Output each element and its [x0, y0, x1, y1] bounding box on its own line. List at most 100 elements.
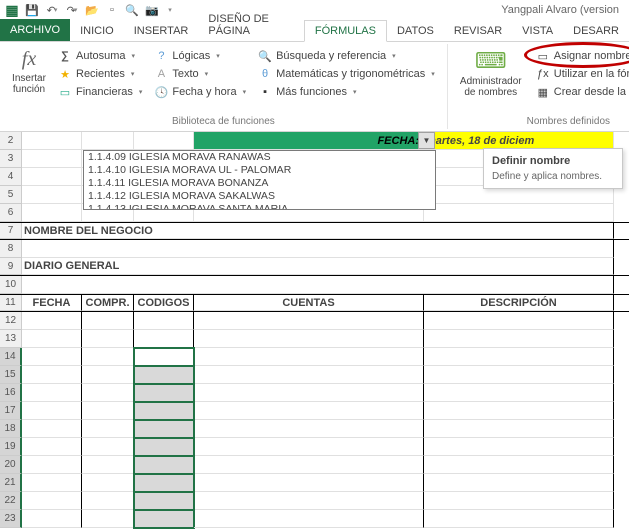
cell[interactable]: [22, 492, 82, 510]
camera-icon[interactable]: 📷: [144, 2, 160, 18]
insert-function-button[interactable]: fx Insertar función: [6, 46, 52, 114]
cell[interactable]: [22, 438, 82, 456]
cell[interactable]: [424, 420, 614, 438]
cell[interactable]: [22, 168, 82, 186]
row-header[interactable]: 4: [0, 168, 22, 186]
cell[interactable]: [194, 438, 424, 456]
selected-cell[interactable]: [134, 384, 194, 402]
cell[interactable]: [194, 312, 424, 330]
cell[interactable]: [82, 132, 134, 150]
row-header[interactable]: 22: [0, 492, 22, 510]
selected-cell[interactable]: [134, 456, 194, 474]
cell[interactable]: [22, 510, 82, 528]
cell[interactable]: [194, 420, 424, 438]
selected-cell[interactable]: [134, 510, 194, 528]
cell[interactable]: [424, 456, 614, 474]
cell[interactable]: [194, 348, 424, 366]
worksheet[interactable]: 2 FECHA: martes, 18 de diciem ▼ 1.1.4.09…: [0, 132, 629, 528]
row-header[interactable]: 3: [0, 150, 22, 168]
col-fecha-header[interactable]: FECHA: [22, 295, 82, 311]
dropdown-option[interactable]: 1.1.4.10 IGLESIA MORAVA UL - PALOMAR: [84, 164, 435, 177]
cell[interactable]: [194, 366, 424, 384]
tab-vista[interactable]: VISTA: [512, 21, 563, 41]
logical-button[interactable]: ?Lógicas▾: [150, 48, 250, 64]
cell[interactable]: [194, 330, 424, 348]
cell[interactable]: [134, 312, 194, 330]
new-icon[interactable]: ▫: [104, 2, 120, 18]
cell[interactable]: [82, 384, 134, 402]
row-header[interactable]: 16: [0, 384, 22, 402]
selected-cell[interactable]: [134, 348, 194, 366]
selected-cell[interactable]: [134, 420, 194, 438]
cell[interactable]: [82, 510, 134, 528]
col-cuentas-header[interactable]: CUENTAS: [194, 295, 424, 311]
dropdown-button[interactable]: ▼: [418, 132, 435, 149]
cell[interactable]: [22, 186, 82, 204]
cell[interactable]: [22, 384, 82, 402]
row-header[interactable]: 8: [0, 240, 22, 258]
row-header[interactable]: 11: [0, 295, 22, 311]
cell[interactable]: [22, 420, 82, 438]
fecha-label-cell[interactable]: FECHA:: [194, 132, 424, 150]
tab-datos[interactable]: DATOS: [387, 21, 444, 41]
cell[interactable]: [22, 204, 82, 222]
cell[interactable]: [424, 330, 614, 348]
cell[interactable]: [82, 420, 134, 438]
row-header[interactable]: 19: [0, 438, 22, 456]
nombre-negocio-cell[interactable]: NOMBRE DEL NEGOCIO: [22, 223, 614, 239]
text-button[interactable]: ATexto▾: [150, 66, 250, 82]
assign-name-button[interactable]: ▭Asignar nombre▾: [532, 48, 629, 64]
cell[interactable]: [82, 330, 134, 348]
cell[interactable]: [22, 456, 82, 474]
lookup-button[interactable]: 🔍Búsqueda y referencia▾: [254, 48, 439, 64]
datetime-button[interactable]: 🕓Fecha y hora▾: [150, 84, 250, 100]
tab-insertar[interactable]: INSERTAR: [124, 21, 199, 41]
row-header[interactable]: 14: [0, 348, 22, 366]
row-header[interactable]: 12: [0, 312, 22, 330]
cell[interactable]: [82, 474, 134, 492]
dropdown-option[interactable]: 1.1.4.11 IGLESIA MORAVA BONANZA: [84, 177, 435, 190]
cell[interactable]: [194, 456, 424, 474]
more-functions-button[interactable]: ▪Más funciones▾: [254, 84, 439, 100]
row-header[interactable]: 13: [0, 330, 22, 348]
selected-cell[interactable]: [134, 438, 194, 456]
cell[interactable]: [194, 402, 424, 420]
selected-cell[interactable]: [134, 366, 194, 384]
row-header[interactable]: 18: [0, 420, 22, 438]
cell[interactable]: [82, 438, 134, 456]
cell[interactable]: [424, 474, 614, 492]
row-header[interactable]: 5: [0, 186, 22, 204]
cell[interactable]: [424, 366, 614, 384]
cell[interactable]: [424, 402, 614, 420]
qat-customize-icon[interactable]: ▾: [162, 2, 178, 18]
diario-general-cell[interactable]: DIARIO GENERAL: [22, 258, 614, 275]
tab-desarrollador[interactable]: DESARR: [563, 21, 629, 41]
cell[interactable]: [424, 492, 614, 510]
name-manager-button[interactable]: ⌨ Administrador de nombres: [454, 46, 528, 114]
cell[interactable]: [194, 474, 424, 492]
autosum-button[interactable]: ∑Autosuma▾: [54, 48, 146, 64]
cell[interactable]: [424, 348, 614, 366]
create-from-selection-button[interactable]: ▦Crear desde la selección: [532, 84, 629, 100]
cell[interactable]: [82, 348, 134, 366]
cell[interactable]: [22, 366, 82, 384]
tab-file[interactable]: ARCHIVO: [0, 19, 70, 41]
cell[interactable]: [82, 492, 134, 510]
cell[interactable]: [424, 204, 614, 222]
dropdown-option[interactable]: 1.1.4.13 IGLESIA MORAVA SANTA MARIA: [84, 203, 435, 210]
row-header[interactable]: 21: [0, 474, 22, 492]
save-icon[interactable]: 💾: [24, 2, 40, 18]
col-compr-header[interactable]: COMPR.: [82, 295, 134, 311]
cell[interactable]: [22, 132, 82, 150]
row-header[interactable]: 2: [0, 132, 22, 150]
row-header[interactable]: 15: [0, 366, 22, 384]
cell[interactable]: [22, 474, 82, 492]
use-in-formula-button[interactable]: ƒxUtilizar en la fórmula▾: [532, 66, 629, 82]
undo-icon[interactable]: ↶▾: [44, 2, 60, 18]
selected-cell[interactable]: [134, 492, 194, 510]
cell[interactable]: [22, 276, 614, 294]
open-icon[interactable]: 📂: [84, 2, 100, 18]
selected-cell[interactable]: [134, 402, 194, 420]
cell[interactable]: [22, 150, 82, 168]
financial-button[interactable]: ▭Financieras▾: [54, 84, 146, 100]
